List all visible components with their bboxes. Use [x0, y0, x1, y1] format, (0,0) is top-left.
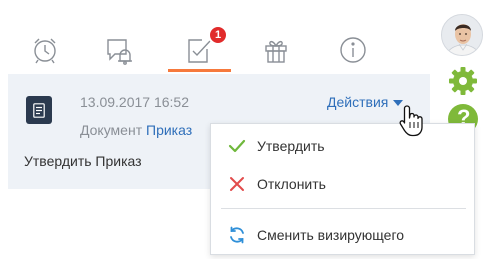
actions-label: Действия [327, 94, 389, 110]
menu-item-change-approver[interactable]: Сменить визирующего [211, 221, 474, 249]
document-icon [26, 96, 52, 124]
alarm-clock-icon [34, 38, 56, 64]
approval-date: 13.09.2017 16:52 [80, 94, 189, 110]
menu-item-label: Утвердить [257, 138, 325, 154]
menu-item-label: Сменить визирующего [257, 227, 405, 243]
object-type-label: Документ [80, 122, 143, 138]
approval-title: Утвердить Приказ [24, 153, 142, 169]
refresh-icon [230, 226, 244, 244]
active-tab-indicator [168, 69, 231, 72]
menu-item-label: Отклонить [257, 176, 326, 192]
info-icon [340, 37, 366, 63]
tab-gifts[interactable] [256, 30, 296, 70]
menu-item-reject[interactable]: Отклонить [211, 170, 474, 198]
object-link[interactable]: Приказ [146, 122, 192, 138]
notification-badge: 1 [208, 25, 228, 45]
menu-item-approve[interactable]: Утвердить [211, 132, 474, 160]
actions-dropdown[interactable]: Действия [327, 94, 404, 110]
chat-bell-icon [107, 39, 132, 65]
user-avatar[interactable] [441, 14, 483, 56]
x-icon [230, 177, 244, 191]
tab-reminders[interactable] [25, 30, 65, 70]
hand-cursor-icon [399, 105, 423, 137]
tab-info[interactable] [333, 30, 373, 70]
actions-menu: Утвердить Отклонить Сменить визирующего [210, 123, 475, 255]
check-icon [228, 139, 246, 153]
gift-icon [265, 40, 287, 63]
gear-icon[interactable] [448, 66, 478, 96]
tab-feed[interactable] [99, 30, 139, 70]
approval-object: Документ Приказ [80, 122, 192, 138]
menu-divider [221, 208, 466, 209]
